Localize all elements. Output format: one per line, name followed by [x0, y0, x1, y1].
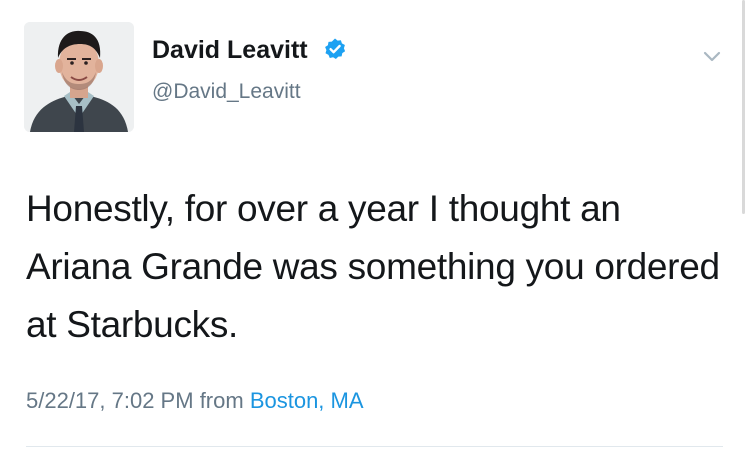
avatar[interactable]: [24, 22, 134, 132]
scrollbar[interactable]: [742, 0, 745, 214]
author-handle[interactable]: @David_Leavitt: [152, 80, 301, 104]
tweet-timestamp[interactable]: 5/22/17, 7:02 PM: [26, 388, 194, 413]
source-prefix: from: [199, 388, 244, 413]
location-link[interactable]: Boston, MA: [250, 388, 364, 413]
divider: [26, 446, 723, 447]
tweet-card: David Leavitt @David_Leavitt Honestly, f…: [0, 0, 750, 458]
tweet-text: Honestly, for over a year I thought an A…: [26, 188, 720, 345]
avatar-photo: [24, 22, 134, 132]
verified-badge-icon: [323, 37, 347, 68]
chevron-down-icon[interactable]: [703, 50, 721, 62]
display-name-text: David Leavitt: [152, 36, 308, 64]
author-display-name[interactable]: David Leavitt: [152, 36, 347, 68]
tweet-meta: 5/22/17, 7:02 PM from Boston, MA: [26, 388, 364, 414]
